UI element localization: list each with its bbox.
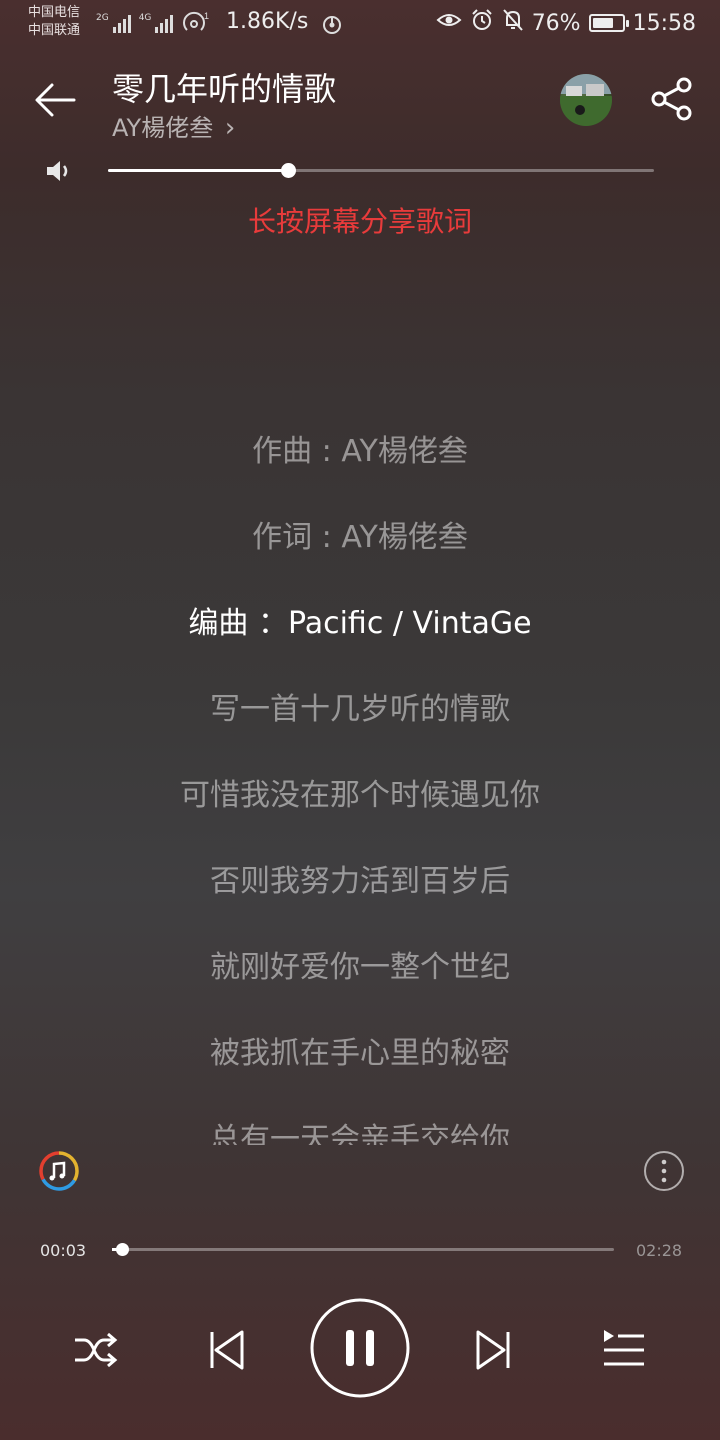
network-2-label: 4G [138,13,152,23]
previous-button[interactable] [204,1326,248,1374]
net-speed: 1.86K/s [226,9,309,34]
lyric-line: 写一首十几岁听的情歌 [210,692,510,727]
total-time: 02:28 [636,1241,683,1260]
battery-percent: 76% [531,10,581,36]
clock: 15:58 [632,10,696,36]
alarm-icon [470,8,494,38]
arrow-left-icon [35,83,76,117]
volume-slider[interactable] [108,163,654,178]
shuffle-button[interactable] [72,1328,120,1372]
mute-icon [502,8,524,38]
carrier-labels: 中国电信 中国联通 [28,4,80,40]
battery-icon [588,14,629,32]
artist-link[interactable]: AY楊佬叁 › [112,108,235,143]
signal-icon: 4G [139,13,176,35]
network-1-label: 2G [96,13,109,23]
music-source-badge[interactable] [38,1150,80,1192]
lyric-line: 否则我努力活到百岁后 [210,864,510,899]
volume-slider-fill [108,169,289,172]
playlist-icon [604,1330,644,1366]
svg-text:1: 1 [204,11,209,21]
lyric-line: 作曲 : AY楊佬叁 [252,434,468,469]
skip-next-icon [476,1330,510,1370]
more-vertical-icon [644,1151,684,1191]
lyrics-panel[interactable]: 作曲 : AY楊佬叁 作词 : AY楊佬叁编曲 ：Pacific / VintaG… [0,400,720,1145]
status-right: 76% 15:58 [436,8,696,38]
playlist-button[interactable] [600,1326,648,1374]
lyric-line: 可惜我没在那个时候遇见你 [180,778,540,813]
lyric-line-active: 编曲 ：Pacific / VintaGe [188,606,532,641]
music-note-icon [39,1151,79,1191]
carrier-1: 中国电信 [28,5,81,20]
signal-icon: 2G [96,13,133,35]
lyric-line: 作词 : AY楊佬叁 [252,520,468,555]
progress-slider[interactable] [112,1243,614,1256]
pause-icon [310,1298,410,1398]
carrier-2: 中国联通 [28,23,81,38]
lyric-line: 就刚好爱你一整个世纪 [210,950,510,985]
song-title: 零几年听的情歌 [112,70,337,108]
eye-icon [436,10,462,36]
share-icon [651,77,692,121]
lyric-line: 被我抓在手心里的秘密 [210,1036,510,1071]
volume-slider-thumb[interactable] [281,163,297,178]
pause-button[interactable] [310,1298,410,1398]
lyric-line: 总有一天会亲手交给你 [210,1122,510,1145]
volume-icon [44,156,74,186]
share-lyrics-hint: 长按屏幕分享歌词 [247,205,472,238]
battery-fill [592,18,613,28]
current-time: 00:03 [40,1241,87,1260]
wifi-hotspot-icon: 1 [181,10,211,38]
skip-previous-icon [210,1330,244,1370]
avatar[interactable] [560,74,612,126]
progress-slider-thumb[interactable] [116,1243,130,1256]
signal-icons: 2G 4G 1 [96,10,211,38]
next-button[interactable] [472,1326,516,1374]
more-options-button[interactable] [643,1150,685,1192]
back-button[interactable] [30,76,82,124]
artist-name: AY楊佬叁 [112,114,214,142]
chevron-right-icon: › [224,113,236,143]
share-button[interactable] [650,76,696,122]
sync-icon [320,12,344,40]
shuffle-icon [75,1332,118,1368]
